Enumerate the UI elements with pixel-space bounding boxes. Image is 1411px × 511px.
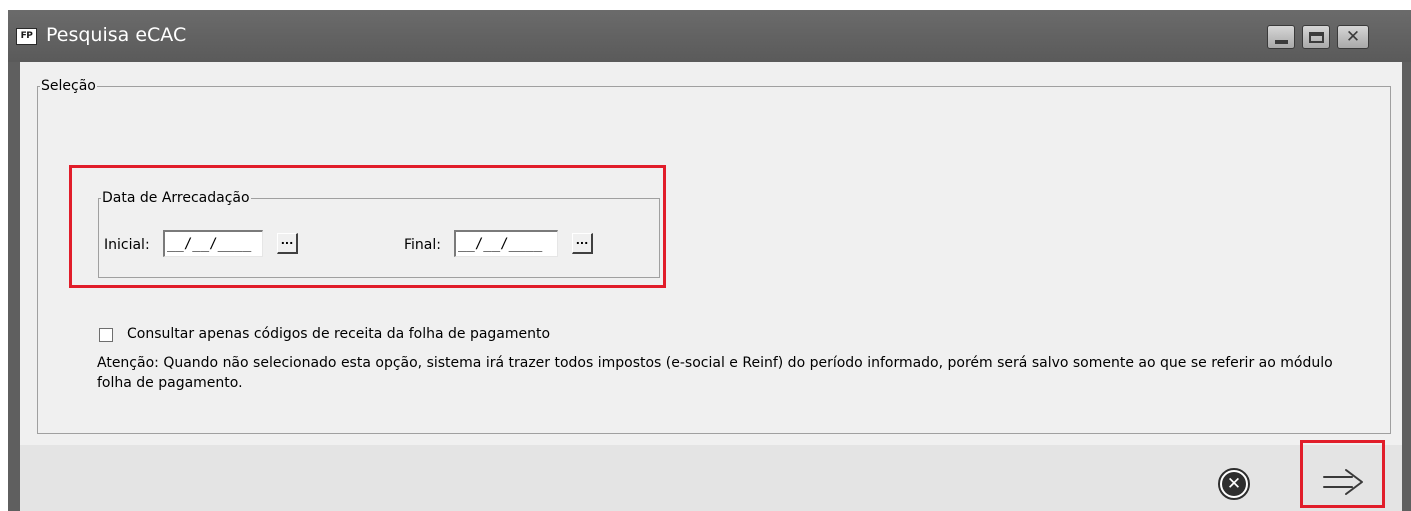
close-button[interactable]: ✕ [1337, 25, 1369, 49]
close-icon: ✕ [1345, 26, 1361, 47]
window-title: Pesquisa eCAC [46, 24, 187, 46]
selection-legend: Seleção [41, 78, 96, 94]
ecac-search-window: FP Pesquisa eCAC ✕ Seleção Data de Arrec… [8, 10, 1411, 511]
start-date-label: Inicial: [104, 237, 150, 253]
app-icon: FP [16, 28, 37, 45]
end-date-label: Final: [404, 237, 441, 253]
cancel-circle-icon: ✕ [1222, 472, 1246, 496]
client-area: Seleção Data de Arrecadação Inicial: __/… [20, 62, 1402, 445]
maximize-icon [1308, 31, 1324, 43]
payroll-codes-checkbox-label[interactable]: Consultar apenas códigos de receita da f… [127, 326, 550, 342]
minimize-button[interactable] [1267, 25, 1295, 49]
end-date-input[interactable]: __/__/____ [454, 230, 558, 257]
start-date-picker-button[interactable]: ... [277, 233, 298, 254]
arrow-right-icon [1323, 469, 1363, 495]
start-date-input[interactable]: __/__/____ [163, 230, 263, 257]
collection-date-legend: Data de Arrecadação [102, 190, 250, 206]
next-button[interactable] [1316, 462, 1372, 502]
end-date-picker-button[interactable]: ... [572, 233, 593, 254]
footer-bar [20, 445, 1402, 511]
minimize-icon [1274, 40, 1288, 44]
maximize-button[interactable] [1302, 25, 1330, 49]
payroll-codes-checkbox[interactable] [99, 328, 113, 342]
title-bar[interactable]: FP Pesquisa eCAC ✕ [8, 10, 1411, 62]
attention-note: Atenção: Quando não selecionado esta opç… [97, 355, 1333, 391]
cancel-button[interactable]: ✕ [1218, 468, 1250, 500]
